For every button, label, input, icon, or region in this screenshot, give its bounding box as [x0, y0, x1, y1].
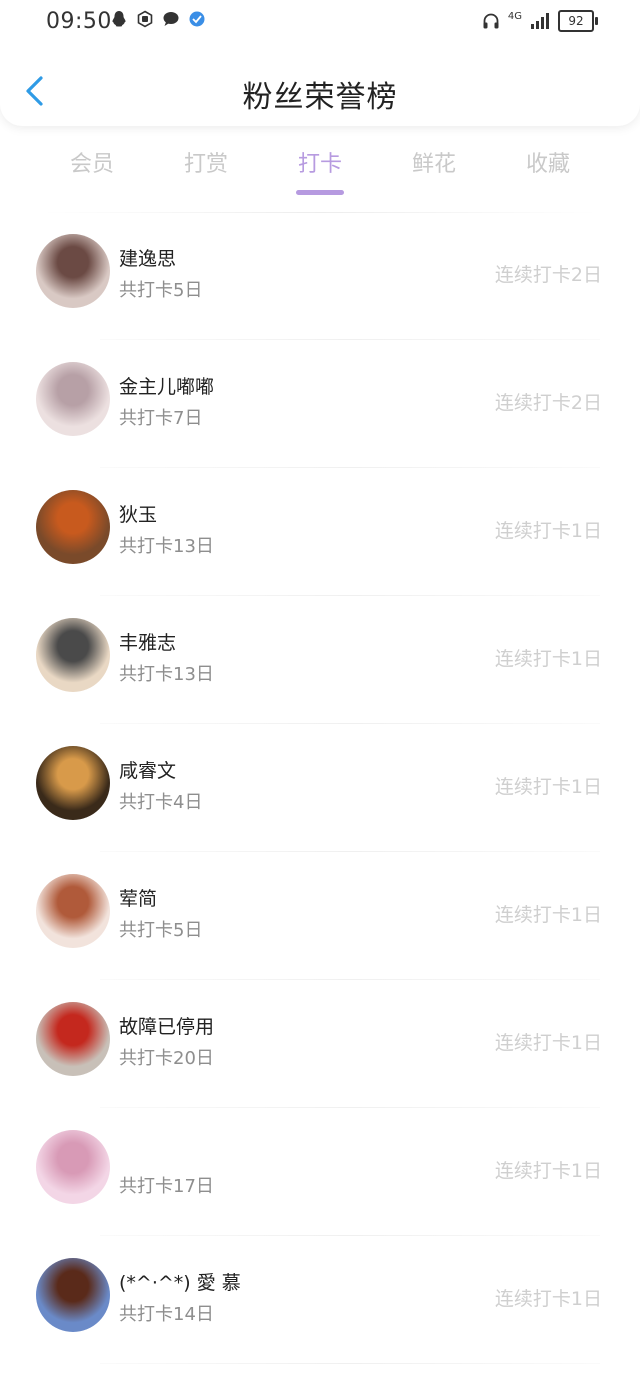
fan-name: (*^·^*) 愛 慕	[119, 1272, 241, 1294]
fan-name: 荤简	[119, 888, 158, 910]
checkin-streak: 连续打卡2日	[494, 264, 602, 286]
status-bar: 09:50 4G 92	[0, 0, 640, 44]
checkin-streak: 连续打卡1日	[494, 520, 602, 542]
list-item[interactable]: 建逸思 共打卡5日 连续打卡2日	[0, 212, 640, 340]
tab-checkin[interactable]: 打卡	[280, 146, 360, 195]
page-title: 粉丝荣誉榜	[242, 80, 398, 115]
tab-label: 打卡	[297, 152, 342, 177]
notification-icons	[110, 10, 206, 28]
signal-icon	[531, 13, 549, 29]
headphones-icon	[483, 13, 499, 29]
list-item[interactable]: 狄玉 共打卡13日 连续打卡1日	[0, 468, 640, 596]
total-checkins: 共打卡5日	[119, 280, 203, 301]
tab-label: 收藏	[525, 152, 570, 177]
list-item[interactable]: 荤简 共打卡5日 连续打卡1日	[0, 852, 640, 980]
fan-name: 金主儿嘟嘟	[119, 376, 215, 398]
avatar[interactable]	[36, 362, 110, 436]
checkin-streak: 连续打卡1日	[494, 1288, 602, 1310]
tab-flowers[interactable]: 鲜花	[394, 146, 474, 178]
avatar[interactable]	[36, 874, 110, 948]
checkin-streak: 连续打卡1日	[494, 1160, 602, 1182]
checkin-streak: 连续打卡1日	[494, 1032, 602, 1054]
tab-label: 会员	[69, 152, 114, 177]
total-checkins: 共打卡13日	[119, 536, 214, 557]
tab-label: 打赏	[183, 152, 228, 177]
avatar[interactable]	[36, 746, 110, 820]
fan-name: 故障已停用	[119, 1016, 215, 1038]
tab-membership[interactable]: 会员	[52, 146, 132, 178]
checkin-streak: 连续打卡2日	[494, 392, 602, 414]
avatar[interactable]	[36, 1002, 110, 1076]
total-checkins: 共打卡14日	[119, 1304, 214, 1325]
list-item[interactable]: 金主儿嘟嘟 共打卡7日 连续打卡2日	[0, 340, 640, 468]
list-item[interactable]: 故障已停用 共打卡20日 连续打卡1日	[0, 980, 640, 1108]
total-checkins: 共打卡20日	[119, 1048, 214, 1069]
total-checkins: 共打卡4日	[119, 792, 203, 813]
list-item[interactable]: 咸睿文 共打卡4日 连续打卡1日	[0, 724, 640, 852]
checkin-streak: 连续打卡1日	[494, 776, 602, 798]
total-checkins: 共打卡5日	[119, 920, 203, 941]
status-time: 09:50	[46, 9, 112, 34]
fan-name: 狄玉	[119, 504, 158, 526]
checkin-streak: 连续打卡1日	[494, 648, 602, 670]
avatar[interactable]	[36, 234, 110, 308]
list-item[interactable]: 丰雅志 共打卡13日 连续打卡1日	[0, 596, 640, 724]
blue-app-icon	[189, 11, 205, 27]
checkin-streak: 连续打卡1日	[494, 904, 602, 926]
battery-icon: 92	[558, 10, 598, 32]
list-item[interactable]: 共打卡17日 连续打卡1日	[0, 1108, 640, 1236]
status-right-icons: 4G 92	[482, 10, 598, 32]
fan-name: 丰雅志	[119, 632, 177, 654]
tab-label: 鲜花	[411, 152, 456, 177]
total-checkins: 共打卡17日	[119, 1176, 214, 1197]
avatar[interactable]	[36, 618, 110, 692]
total-checkins: 共打卡7日	[119, 408, 203, 429]
avatar[interactable]	[36, 1258, 110, 1332]
fan-ranking-list: 建逸思 共打卡5日 连续打卡2日 金主儿嘟嘟 共打卡7日 连续打卡2日 狄玉 共…	[0, 212, 640, 1364]
header: 09:50 4G 92 粉丝荣誉榜	[0, 0, 640, 126]
fan-name: 咸睿文	[119, 760, 177, 782]
hexagon-app-icon	[137, 10, 153, 28]
chat-bubble-icon	[163, 12, 179, 26]
avatar[interactable]	[36, 1130, 110, 1204]
fan-name: 建逸思	[119, 248, 177, 270]
total-checkins: 共打卡13日	[119, 664, 214, 685]
tab-bar: 会员 打赏 打卡 鲜花 收藏	[0, 140, 640, 200]
avatar[interactable]	[36, 490, 110, 564]
divider	[100, 1363, 600, 1364]
list-item[interactable]: (*^·^*) 愛 慕 共打卡14日 连续打卡1日	[0, 1236, 640, 1364]
active-tab-indicator	[296, 190, 344, 195]
network-type: 4G	[507, 11, 522, 22]
tab-favorites[interactable]: 收藏	[508, 146, 588, 178]
qq-penguin-icon	[112, 11, 126, 27]
tab-tips[interactable]: 打赏	[166, 146, 246, 178]
